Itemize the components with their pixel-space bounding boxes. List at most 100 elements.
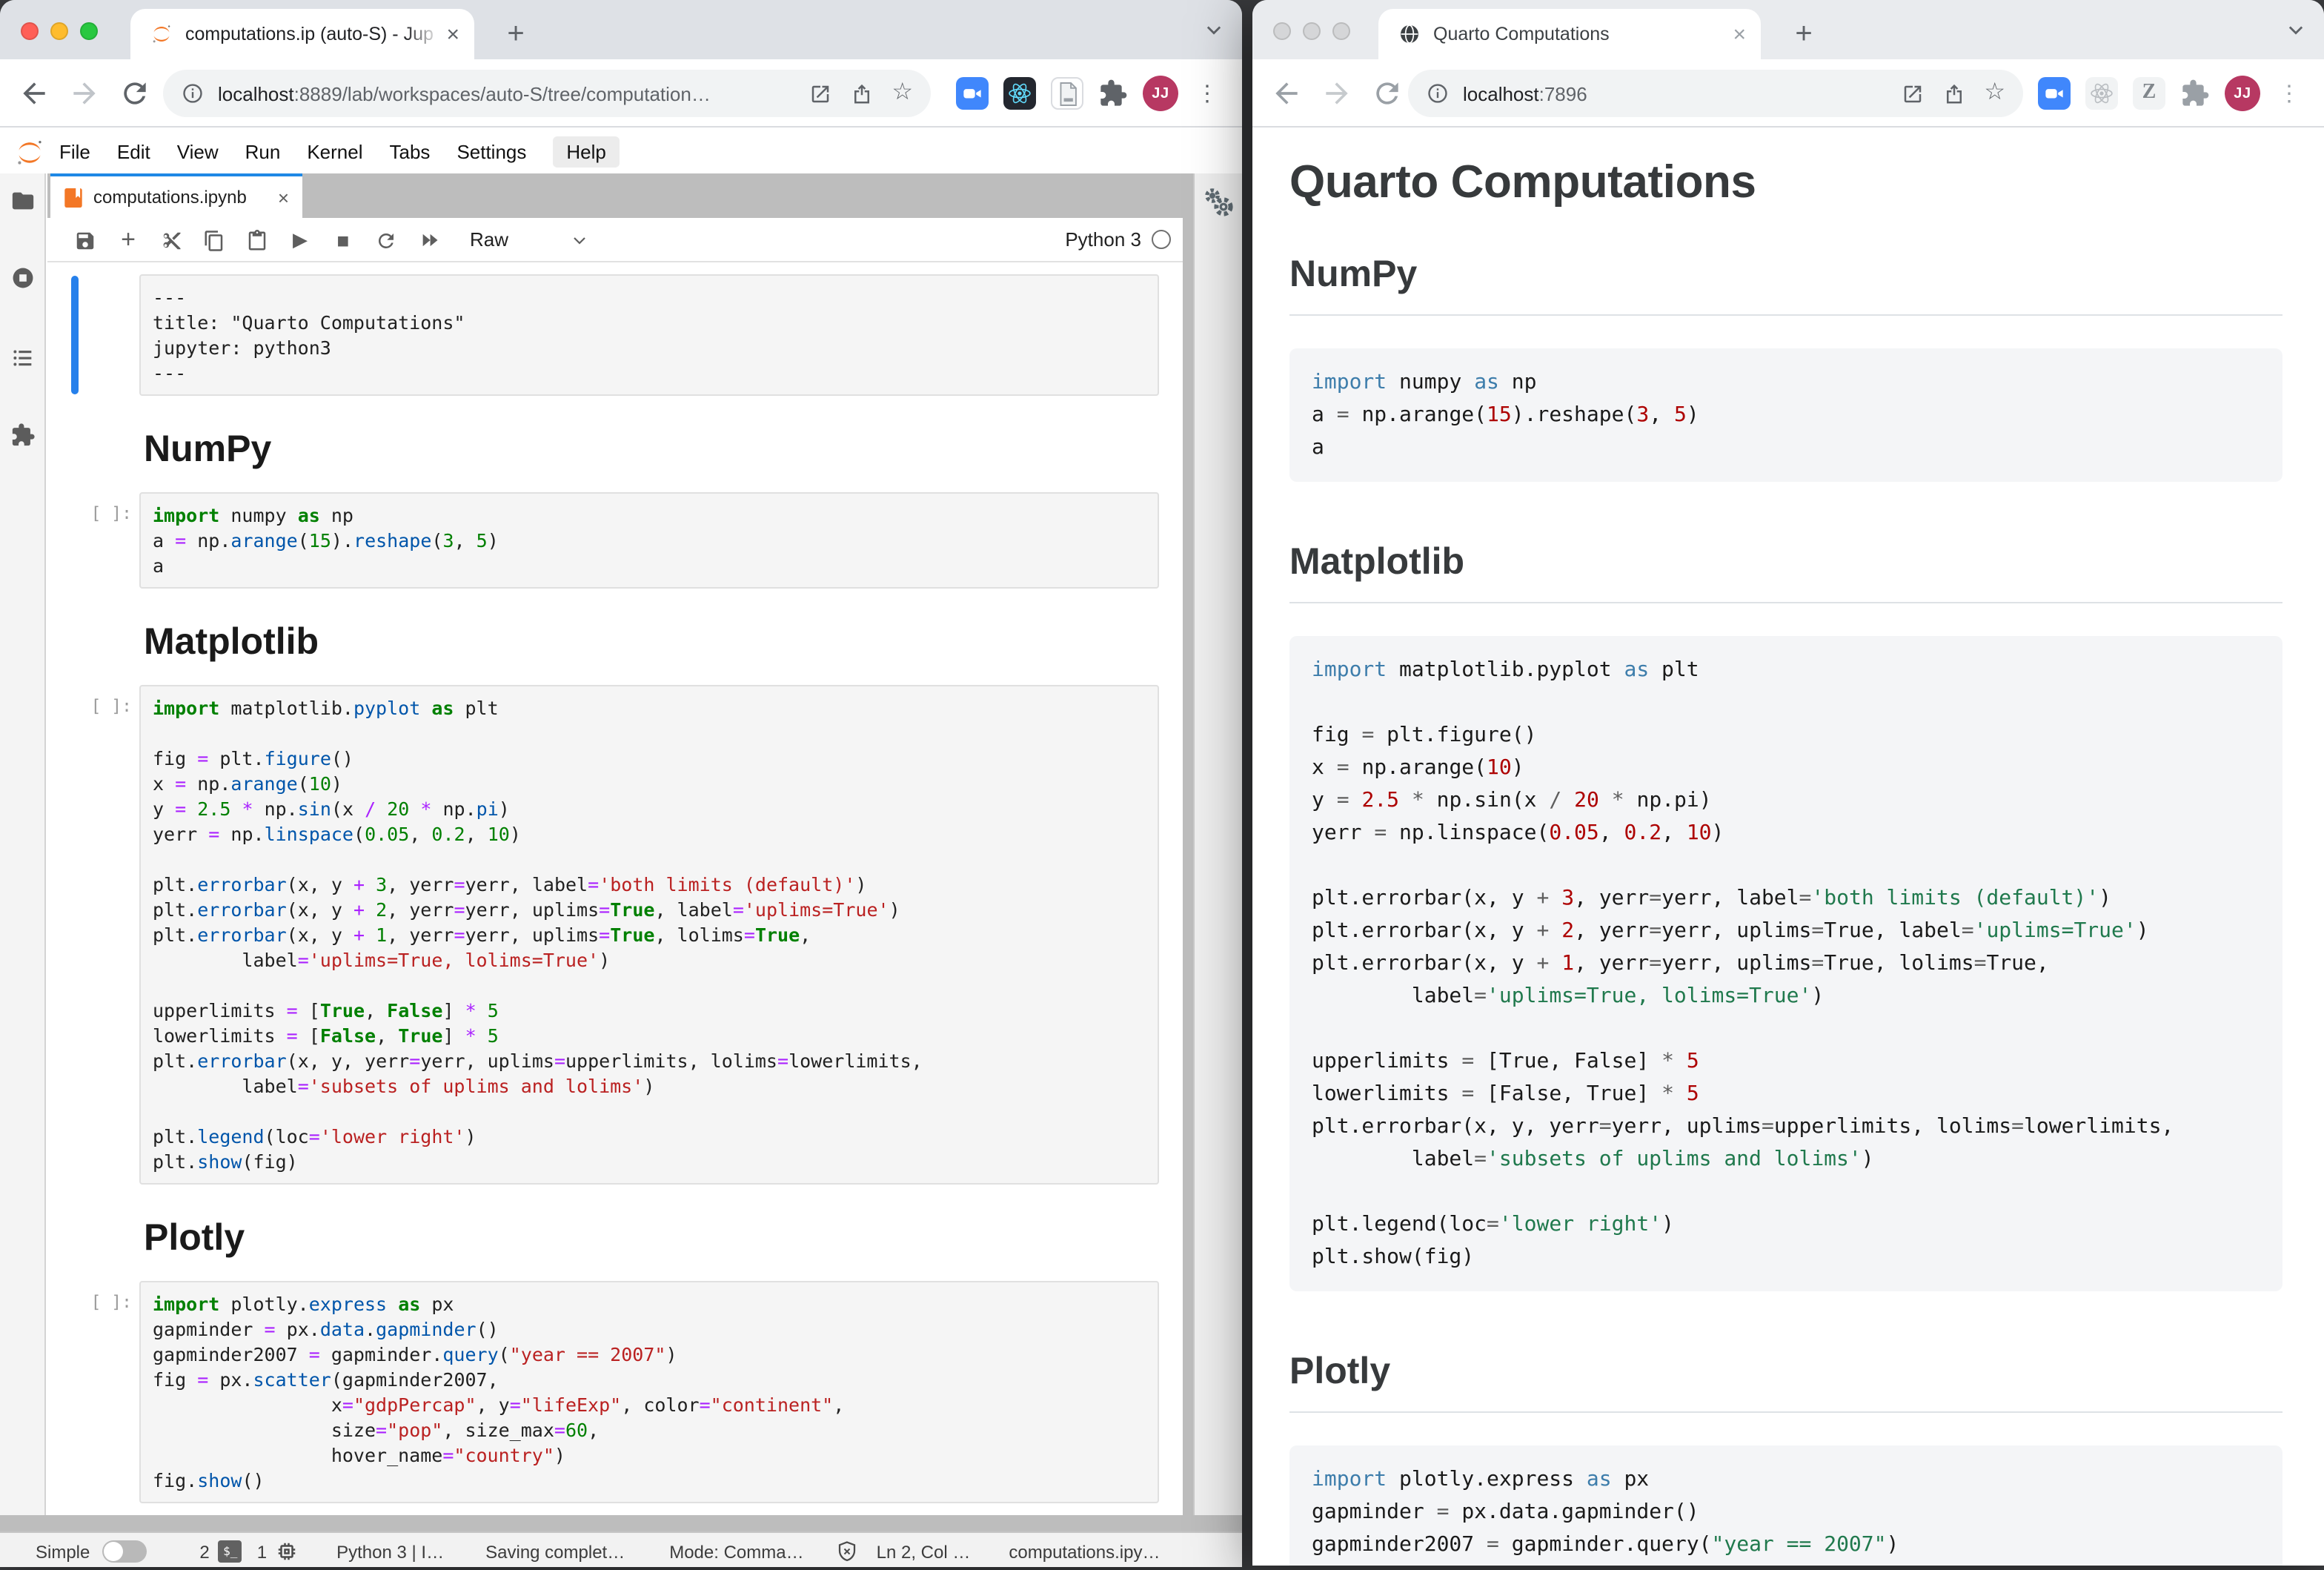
tab-search-chevron-icon[interactable] bbox=[1204, 19, 1224, 40]
kernel-status-text[interactable]: Python 3 | I… bbox=[336, 1541, 444, 1562]
table-of-contents-icon[interactable] bbox=[10, 345, 36, 371]
menu-settings[interactable]: Settings bbox=[443, 130, 540, 173]
statusbar-filename: computations.ipy… bbox=[1009, 1541, 1160, 1562]
site-info-icon[interactable] bbox=[1426, 82, 1450, 105]
url-host: localhost bbox=[1463, 82, 1539, 105]
running-kernels-icon[interactable] bbox=[10, 265, 36, 291]
browser-tab-jupyterlab[interactable]: computations.ip (auto-S) - Jup × bbox=[130, 9, 474, 59]
new-tab-button[interactable]: + bbox=[1786, 18, 1822, 52]
save-button[interactable] bbox=[64, 228, 107, 251]
notebook-tab-close-icon[interactable]: × bbox=[278, 186, 289, 208]
page-title: Quarto Computations bbox=[1289, 156, 2282, 209]
interrupt-kernel-button[interactable]: ■ bbox=[322, 228, 365, 251]
kernel-name[interactable]: Python 3 bbox=[1065, 228, 1141, 251]
cell-editor[interactable]: import plotly.express as pxgapminder = p… bbox=[139, 1281, 1159, 1503]
new-tab-button[interactable]: + bbox=[498, 18, 534, 52]
cell-type-chevron-icon[interactable] bbox=[571, 231, 588, 248]
kernel-chip-icon[interactable] bbox=[276, 1540, 298, 1563]
traffic-light-close-button[interactable] bbox=[1273, 22, 1291, 40]
site-info-icon[interactable] bbox=[181, 82, 205, 105]
traffic-light-minimize-button[interactable] bbox=[1303, 22, 1321, 40]
notebook-tab-label: computations.ipynb bbox=[93, 187, 247, 208]
back-button[interactable] bbox=[1270, 77, 1303, 110]
paste-cells-button[interactable] bbox=[236, 228, 279, 251]
markdown-cell-heading[interactable]: Matplotlib bbox=[144, 621, 1159, 664]
tab-search-chevron-icon[interactable] bbox=[2285, 19, 2306, 40]
code-cell: [ ]:import plotly.express as pxgapminder… bbox=[47, 1281, 1183, 1503]
kernel-status-icon[interactable] bbox=[1152, 230, 1171, 249]
code-cell: [ ]: import numpy as npa = np.arange(15).… bbox=[47, 492, 1183, 589]
address-bar[interactable]: localhost:8889/lab/workspaces/auto-S/tre… bbox=[163, 70, 931, 117]
bookmark-star-icon[interactable]: ☆ bbox=[892, 82, 913, 105]
file-browser-icon[interactable] bbox=[10, 188, 36, 213]
menu-kernel[interactable]: Kernel bbox=[293, 130, 376, 173]
cell-prompt: [ ]: bbox=[47, 503, 132, 523]
bookmark-star-icon[interactable]: ☆ bbox=[1984, 82, 2005, 105]
z-extension-icon[interactable]: Z bbox=[2133, 77, 2165, 110]
reload-button[interactable] bbox=[119, 77, 151, 110]
forward-button[interactable] bbox=[68, 77, 101, 110]
cell-editor[interactable]: ---title: "Quarto Computations"jupyter: … bbox=[139, 274, 1159, 396]
menu-help[interactable]: Help bbox=[553, 136, 620, 168]
open-in-new-icon[interactable] bbox=[809, 82, 831, 105]
reload-button[interactable] bbox=[1371, 77, 1404, 110]
copy-cells-button[interactable] bbox=[193, 228, 236, 251]
address-bar[interactable]: localhost:7896 ☆ bbox=[1408, 70, 2023, 117]
command-mode-status[interactable]: Mode: Comma… bbox=[669, 1541, 803, 1562]
share-icon[interactable] bbox=[1942, 82, 1965, 105]
markdown-cell-heading[interactable]: Plotly bbox=[144, 1217, 1159, 1260]
cursor-position[interactable]: Ln 2, Col … bbox=[877, 1541, 971, 1562]
menu-tabs[interactable]: Tabs bbox=[376, 130, 444, 173]
jupyterlab-dock-tabbar: computations.ipynb × bbox=[47, 173, 1183, 218]
cell-editor[interactable]: import matplotlib.pyplot as plt fig = pl… bbox=[139, 685, 1159, 1185]
property-inspector-gears-icon[interactable] bbox=[1199, 184, 1238, 222]
tab-close-icon[interactable]: × bbox=[446, 23, 459, 45]
traffic-light-close-button[interactable] bbox=[21, 22, 39, 40]
browser-menu-icon[interactable]: ⋮ bbox=[2278, 80, 2300, 107]
cell-editor[interactable]: import numpy as npa = np.arange(15).resh… bbox=[139, 492, 1159, 589]
terminal-icon[interactable]: $_ bbox=[219, 1540, 242, 1563]
tab-close-icon[interactable]: × bbox=[1733, 23, 1746, 45]
open-in-new-icon[interactable] bbox=[1901, 82, 1923, 105]
notebook-tab[interactable]: computations.ipynb × bbox=[50, 173, 302, 218]
insert-cell-button[interactable]: + bbox=[107, 225, 150, 254]
react-devtools-extension-icon[interactable] bbox=[1003, 77, 1036, 110]
code-block: import plotly.express as pxgapminder = p… bbox=[1289, 1445, 2282, 1566]
menu-view[interactable]: View bbox=[164, 130, 232, 173]
restart-run-all-button[interactable] bbox=[408, 228, 451, 251]
zoom-extension-icon[interactable] bbox=[2038, 77, 2071, 110]
trust-shield-icon[interactable] bbox=[837, 1540, 859, 1563]
browser-menu-icon[interactable]: ⋮ bbox=[1196, 80, 1218, 107]
cut-cells-button[interactable] bbox=[150, 228, 193, 251]
menu-run[interactable]: Run bbox=[232, 130, 294, 173]
restart-kernel-button[interactable] bbox=[365, 228, 408, 251]
profile-avatar[interactable]: JJ bbox=[2225, 76, 2260, 111]
react-devtools-extension-icon[interactable] bbox=[2085, 77, 2118, 110]
forward-button[interactable] bbox=[1321, 77, 1353, 110]
run-cell-button[interactable]: ▶ bbox=[279, 228, 322, 251]
traffic-light-zoom-button[interactable] bbox=[80, 22, 98, 40]
kernel-count[interactable]: 1 bbox=[257, 1541, 267, 1562]
markdown-cell-heading[interactable]: NumPy bbox=[144, 428, 1159, 471]
document-extension-icon[interactable] bbox=[1051, 77, 1083, 110]
cell-type-dropdown[interactable]: Raw bbox=[470, 228, 508, 251]
extension-manager-icon[interactable] bbox=[10, 423, 36, 448]
extensions-puzzle-icon[interactable] bbox=[2180, 79, 2210, 108]
profile-avatar[interactable]: JJ bbox=[1143, 76, 1178, 111]
share-icon[interactable] bbox=[850, 82, 872, 105]
menu-file[interactable]: File bbox=[46, 130, 104, 173]
quarto-document: Quarto Computations NumPyimport numpy as… bbox=[1252, 132, 2324, 1566]
extensions-puzzle-icon[interactable] bbox=[1098, 79, 1128, 108]
traffic-light-minimize-button[interactable] bbox=[50, 22, 68, 40]
zoom-extension-icon[interactable] bbox=[956, 77, 989, 110]
code-block: import numpy as npa = np.arange(15).resh… bbox=[1289, 348, 2282, 482]
back-button[interactable] bbox=[18, 77, 50, 110]
url-host: localhost bbox=[218, 82, 294, 105]
menu-edit[interactable]: Edit bbox=[104, 130, 164, 173]
simple-mode-toggle[interactable] bbox=[102, 1540, 146, 1563]
terminal-count[interactable]: 2 bbox=[199, 1541, 209, 1562]
browser-tab-quarto[interactable]: Quarto Computations × bbox=[1378, 9, 1761, 59]
url-path: :8889/lab/workspaces/auto-S/tree/computa… bbox=[294, 82, 711, 105]
traffic-light-zoom-button[interactable] bbox=[1332, 22, 1350, 40]
dock-bottom-band bbox=[0, 1515, 1242, 1531]
